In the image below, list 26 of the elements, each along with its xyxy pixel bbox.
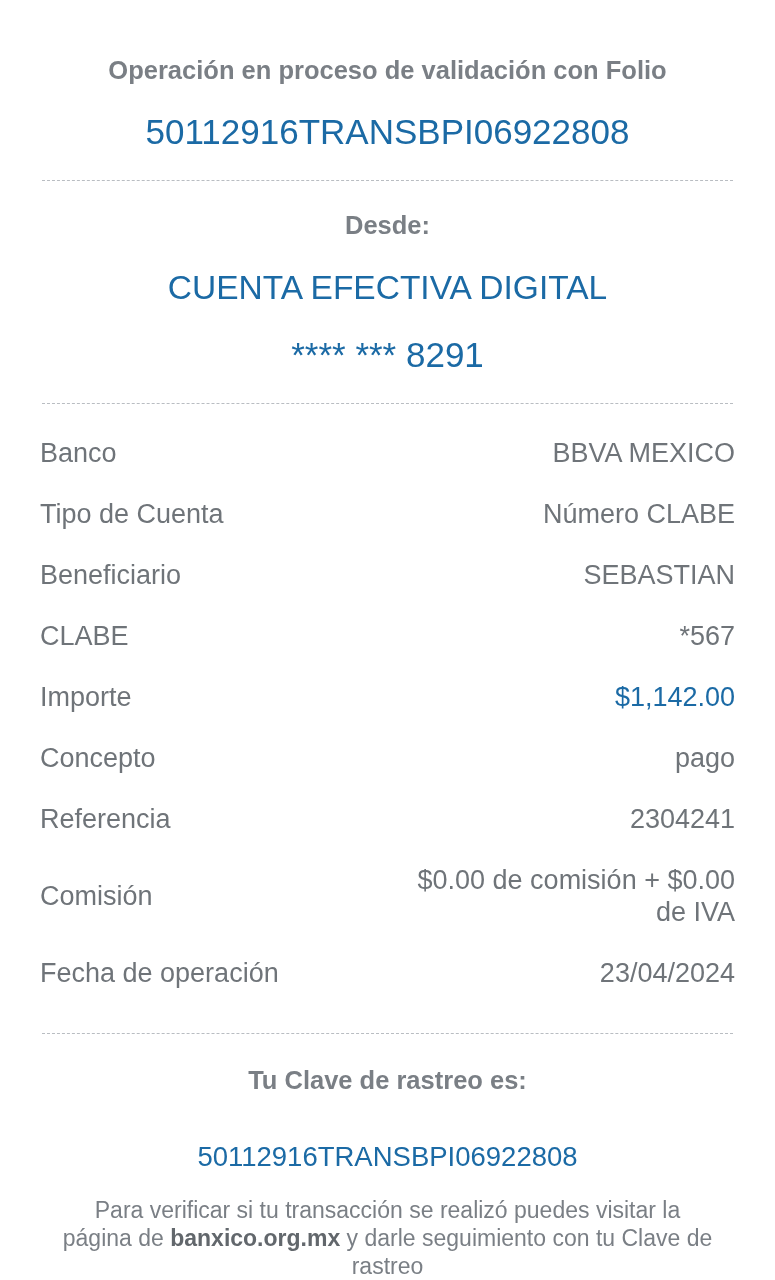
detail-value: 2304241 [629, 802, 735, 835]
detail-label: Fecha de operación [40, 956, 279, 989]
detail-label: Beneficiario [40, 558, 182, 591]
page-title: Operación en proceso de validación con Folio [108, 55, 667, 86]
detail-label: Tipo de Cuenta [40, 497, 224, 530]
detail-value: Número CLABE [542, 497, 735, 530]
folio-number: 50112916TRANSBPI06922808 [145, 112, 630, 152]
detail-label: Importe [40, 680, 132, 713]
verification-note: Para verificar si tu transacción se realizó puedes visitar la página de banxico.org.mx y darle seguimiento con tu Clave de rastreo [61, 1196, 714, 1280]
detail-value: $0.00 de comisión + $0.00 de IVA [416, 863, 735, 928]
detail-value: BBVA MEXICO [552, 436, 735, 469]
detail-value: $1,142.00 [614, 680, 735, 713]
source-label: Desde: [345, 210, 430, 241]
detail-label: Banco [40, 436, 117, 469]
detail-value: *567 [679, 619, 735, 652]
detail-value: 23/04/2024 [599, 956, 735, 989]
detail-value: pago [674, 741, 735, 774]
tracking-code: 50112916TRANSBPI06922808 [197, 1141, 578, 1173]
detail-label: Comisión [40, 879, 153, 912]
tracking-title: Tu Clave de rastreo es: [248, 1065, 527, 1096]
detail-label: Referencia [40, 802, 171, 835]
detail-label: Concepto [40, 741, 156, 774]
account-name: CUENTA EFECTIVA DIGITAL [167, 268, 608, 308]
account-number: **** *** 8291 [291, 335, 484, 375]
detail-label: CLABE [40, 619, 129, 652]
detail-value: SEBASTIAN [583, 558, 735, 591]
